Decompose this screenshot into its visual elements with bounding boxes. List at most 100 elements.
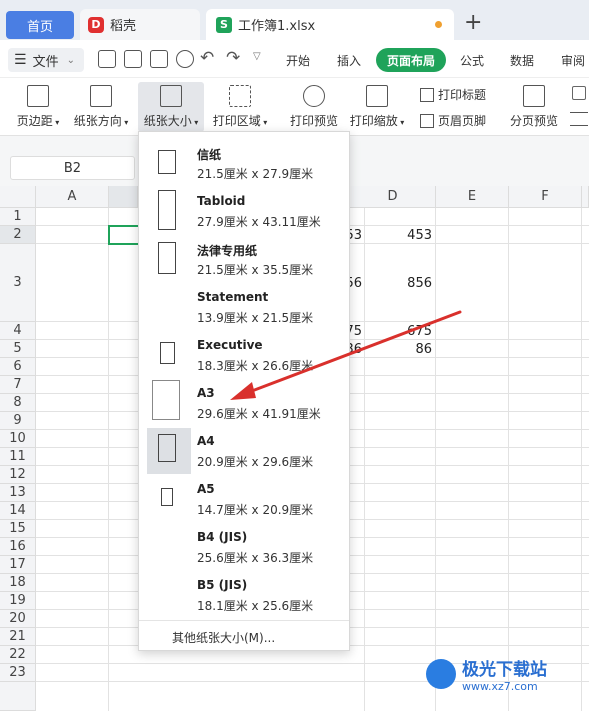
name-box[interactable]: B2 <box>10 156 135 180</box>
row-header[interactable]: 17 <box>0 556 36 574</box>
paper-size-button[interactable]: 纸张大小 ▾ <box>138 82 204 132</box>
row-header[interactable]: 15 <box>0 520 36 538</box>
select-all-corner[interactable] <box>0 186 36 208</box>
undo-icon[interactable]: ↶ <box>200 48 214 68</box>
tab-workbook[interactable]: S 工作簿1.xlsx <box>206 9 454 40</box>
cell-d3[interactable]: 856 <box>370 276 432 291</box>
paper-size-option-a3[interactable]: A3 29.6厘米 x 41.91厘米 <box>139 380 349 428</box>
column-header-g[interactable] <box>582 186 589 208</box>
redo-icon[interactable]: ↷ <box>226 48 240 68</box>
cell-d4[interactable]: 675 <box>370 324 432 339</box>
paper-size-dims: 20.9厘米 x 29.6厘米 <box>197 455 314 469</box>
paper-size-option-tabloid[interactable]: Tabloid 27.9厘米 x 43.11厘米 <box>139 188 349 236</box>
margin-button[interactable]: 页边距 ▾ <box>10 82 66 132</box>
menu-page-layout[interactable]: 页面布局 <box>376 48 446 72</box>
paper-size-option-b5-jis[interactable]: B5 (JIS) 18.1厘米 x 25.6厘米 <box>139 572 349 620</box>
print-scale-label: 打印缩放 ▾ <box>349 114 405 128</box>
row-header[interactable]: 4 <box>0 322 36 340</box>
print-preview-button[interactable]: 打印预览 <box>286 82 342 132</box>
row-header[interactable]: 18 <box>0 574 36 592</box>
paper-size-name: B5 (JIS) <box>197 578 248 592</box>
more-quick-icon[interactable]: ▽ <box>253 51 261 62</box>
row-header[interactable]: 6 <box>0 358 36 376</box>
column-header-e[interactable]: E <box>436 186 509 208</box>
cell-d5[interactable]: 86 <box>370 342 432 357</box>
header-footer-icon <box>420 113 434 128</box>
paper-size-dims: 14.7厘米 x 20.9厘米 <box>197 503 314 517</box>
paper-size-dims: 27.9厘米 x 43.11厘米 <box>197 215 321 229</box>
save-icon[interactable] <box>98 50 116 68</box>
more-paper-sizes-item[interactable]: 其他纸张大小(M)... <box>172 629 275 646</box>
paper-size-option-statement[interactable]: Statement 13.9厘米 x 21.5厘米 <box>139 284 349 332</box>
row-header[interactable]: 20 <box>0 610 36 628</box>
row-header[interactable]: 8 <box>0 394 36 412</box>
selected-cell-b2[interactable] <box>108 225 140 245</box>
row-header[interactable]: 1 <box>0 208 36 226</box>
row-header[interactable]: 11 <box>0 448 36 466</box>
menu-formula[interactable]: 公式 <box>460 52 484 69</box>
print-area-button[interactable]: 打印区域 ▾ <box>208 82 272 132</box>
paper-size-option-letter[interactable]: 信纸 21.5厘米 x 27.9厘米 <box>139 140 349 188</box>
row-header[interactable]: 19 <box>0 592 36 610</box>
margin-icon <box>27 85 49 107</box>
row-header[interactable]: 2 <box>0 226 36 244</box>
print-scale-button[interactable]: 打印缩放 ▾ <box>346 82 408 132</box>
row-header[interactable]: 16 <box>0 538 36 556</box>
row-header[interactable]: 9 <box>0 412 36 430</box>
paper-size-option-legal[interactable]: 法律专用纸 21.5厘米 x 35.5厘米 <box>139 236 349 284</box>
row-header[interactable]: 14 <box>0 502 36 520</box>
column-header-f[interactable]: F <box>509 186 582 208</box>
row-header[interactable] <box>0 682 36 711</box>
paper-size-name: 法律专用纸 <box>197 244 258 258</box>
gridline <box>435 208 436 711</box>
gridline <box>108 208 109 711</box>
print-icon[interactable] <box>150 50 168 68</box>
watermark-logo-icon <box>426 659 456 689</box>
row-header[interactable]: 3 <box>0 244 36 322</box>
paper-size-option-b4-jis[interactable]: B4 (JIS) 25.6厘米 x 36.3厘米 <box>139 524 349 572</box>
row-header[interactable]: 22 <box>0 646 36 664</box>
row-header[interactable]: 13 <box>0 484 36 502</box>
margin-label: 页边距 ▾ <box>16 114 60 128</box>
row-header[interactable]: 10 <box>0 430 36 448</box>
menu-data[interactable]: 数据 <box>510 52 534 69</box>
row-header[interactable]: 23 <box>0 664 36 682</box>
checkbox-icon[interactable] <box>572 86 586 100</box>
daoke-icon: D <box>88 16 104 33</box>
paper-size-option-executive[interactable]: Executive 18.3厘米 x 26.6厘米 <box>139 332 349 380</box>
paper-size-option-a4[interactable]: A4 20.9厘米 x 29.6厘米 <box>139 428 349 476</box>
menu-insert[interactable]: 插入 <box>337 52 361 69</box>
tab-home[interactable]: 首页 <box>6 11 74 39</box>
paper-size-option-a5[interactable]: A5 14.7厘米 x 20.9厘米 <box>139 476 349 524</box>
find-icon[interactable] <box>176 50 194 68</box>
export-icon[interactable] <box>124 50 142 68</box>
page-break-preview-icon <box>523 85 545 107</box>
file-menu-button[interactable]: ☰ 文件 ⌄ <box>8 48 84 72</box>
tab-daoke[interactable]: D 稻壳 <box>80 9 200 40</box>
gridlines-icon[interactable] <box>570 112 588 126</box>
column-header-a[interactable]: A <box>36 186 109 208</box>
orientation-button[interactable]: 纸张方向 ▾ <box>70 82 132 132</box>
cell-d2[interactable]: 453 <box>370 228 432 243</box>
header-footer-button[interactable]: 页眉页脚 <box>420 112 486 129</box>
paper-size-label: 纸张大小 ▾ <box>143 114 199 128</box>
row-header[interactable]: 7 <box>0 376 36 394</box>
header-footer-label: 页眉页脚 <box>438 114 487 128</box>
paper-thumbnail-icon <box>158 242 176 274</box>
paper-size-name: Executive <box>197 338 263 352</box>
column-header-d[interactable]: D <box>350 186 436 208</box>
column-header-b[interactable] <box>109 186 138 208</box>
print-titles-button[interactable]: 打印标题 <box>420 86 486 103</box>
page-break-preview-button[interactable]: 分页预览 <box>506 82 562 132</box>
menu-start[interactable]: 开始 <box>286 52 310 69</box>
row-header[interactable]: 5 <box>0 340 36 358</box>
orientation-label: 纸张方向 ▾ <box>73 114 129 128</box>
row-header[interactable]: 12 <box>0 466 36 484</box>
page-break-preview-label: 分页预览 <box>509 114 558 128</box>
hamburger-icon: ☰ <box>14 52 27 68</box>
new-tab-button[interactable]: + <box>464 10 482 35</box>
paper-size-name: Statement <box>197 290 269 304</box>
menu-review[interactable]: 审阅 <box>561 52 585 69</box>
row-header[interactable]: 21 <box>0 628 36 646</box>
unsaved-dot-icon[interactable] <box>435 21 442 28</box>
